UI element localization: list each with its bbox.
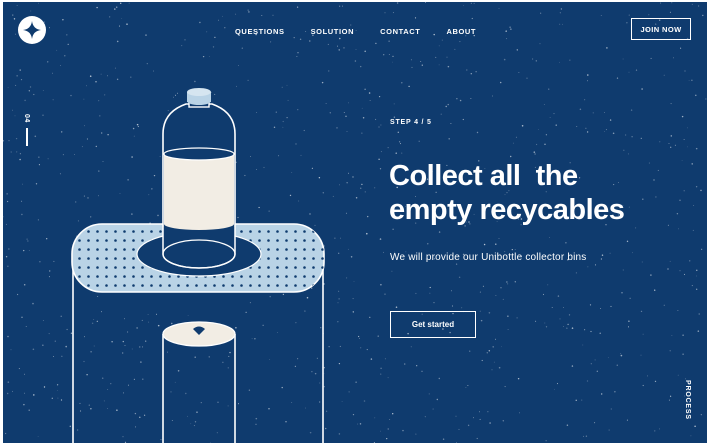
section-indicator-line xyxy=(26,128,28,146)
nav-contact[interactable]: CONTACT xyxy=(380,27,420,36)
subtext: We will provide our Unibottle collector … xyxy=(390,252,587,263)
process-label: PROCESS xyxy=(684,380,691,420)
nav-solution[interactable]: SOLUTION xyxy=(311,27,355,36)
nav-questions[interactable]: QUESTIONS xyxy=(235,27,285,36)
headline-line-1: Collect all the xyxy=(389,160,578,192)
bottle-bottom-icon xyxy=(162,321,236,443)
bottle-icon xyxy=(162,88,236,269)
main-nav: QUESTIONS SOLUTION CONTACT ABOUT xyxy=(235,27,476,36)
get-started-button[interactable]: Get started xyxy=(390,311,476,338)
join-now-button[interactable]: JOIN NOW xyxy=(631,18,691,40)
sparkle-star-icon xyxy=(23,21,41,39)
logo[interactable] xyxy=(18,16,46,44)
step-indicator: STEP 4 / 5 xyxy=(390,119,432,126)
nav-about[interactable]: ABOUT xyxy=(446,27,476,36)
section-number: 04 xyxy=(23,114,30,123)
headline-line-2: empty recycables xyxy=(389,194,625,226)
landing-page: QUESTIONS SOLUTION CONTACT ABOUT JOIN NO… xyxy=(3,2,707,443)
page-title: Collect all the empty recycables xyxy=(389,159,689,227)
